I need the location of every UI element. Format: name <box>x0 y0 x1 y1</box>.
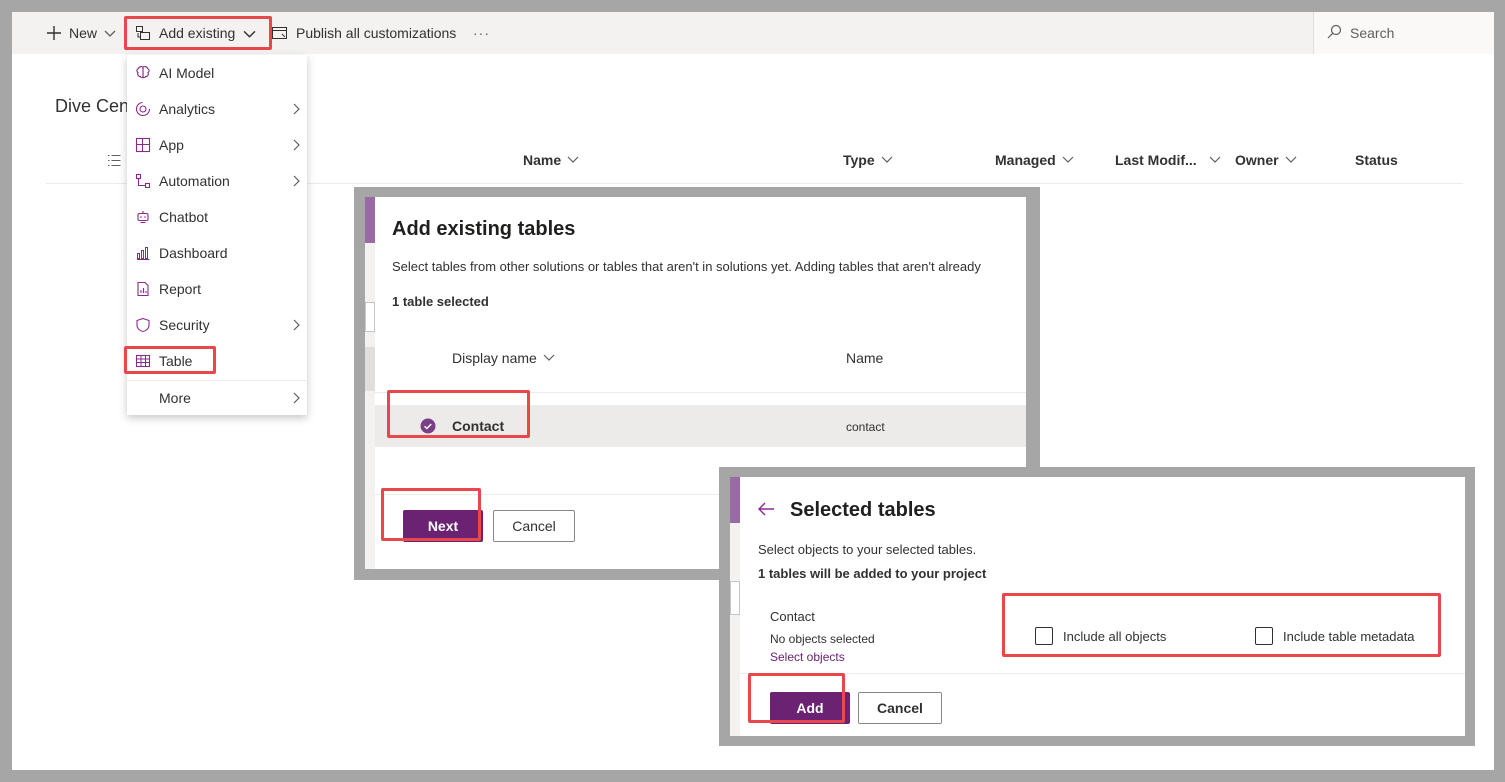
menu-item-security[interactable]: Security <box>127 307 307 343</box>
report-icon <box>127 281 159 297</box>
column-header-name[interactable]: Name <box>523 152 579 168</box>
highlight-add-button <box>748 673 845 723</box>
column-last-modified-label: Last Modif... <box>1115 152 1197 168</box>
column-header-last-modified[interactable]: Last Modif... <box>1115 152 1221 168</box>
column-status-label: Status <box>1355 152 1398 168</box>
search-label: Search <box>1350 25 1395 41</box>
publish-label: Publish all customizations <box>296 25 457 41</box>
column-header-type[interactable]: Type <box>843 152 893 168</box>
chevron-down-icon <box>881 152 893 168</box>
chatbot-icon <box>127 209 159 225</box>
column-header-table-name[interactable]: Name <box>846 350 883 366</box>
more-commands-button[interactable]: ··· <box>473 12 490 54</box>
dialog-description: Select objects to your selected tables. <box>758 542 977 557</box>
highlight-contact-row <box>387 390 530 438</box>
page-title: Dive Cen <box>55 96 130 116</box>
menu-item-label: Report <box>159 281 202 297</box>
chevron-down-icon <box>567 152 579 168</box>
menu-item-chatbot[interactable]: Chatbot <box>127 199 307 235</box>
analytics-icon <box>127 101 159 117</box>
highlight-table <box>124 346 216 374</box>
chevron-right-icon <box>285 392 307 404</box>
list-view-icon[interactable] <box>107 154 121 172</box>
ai-model-icon <box>127 65 159 81</box>
menu-item-label: Chatbot <box>159 209 209 225</box>
chevron-down-icon <box>1209 152 1221 168</box>
dialog-title: Add existing tables <box>392 218 576 240</box>
objects-status: No objects selected <box>770 632 875 646</box>
menu-item-app[interactable]: App <box>127 127 307 163</box>
highlight-next-button <box>381 488 481 541</box>
column-type-label: Type <box>843 152 875 168</box>
dashboard-icon <box>127 245 159 261</box>
menu-item-dashboard[interactable]: Dashboard <box>127 235 307 271</box>
dialog-title: Selected tables <box>790 499 936 521</box>
app-icon <box>127 137 159 153</box>
menu-item-label: Security <box>159 317 210 333</box>
new-label: New <box>69 25 98 41</box>
menu-item-label: Automation <box>159 173 230 189</box>
cancel-button[interactable]: Cancel <box>858 692 942 724</box>
chevron-down-icon <box>1285 152 1297 168</box>
selected-count: 1 table selected <box>392 294 489 309</box>
chevron-down-icon <box>543 350 555 366</box>
publish-all-button[interactable]: Publish all customizations <box>271 12 456 54</box>
chevron-right-icon <box>285 319 307 331</box>
selected-table-name: Contact <box>770 609 815 624</box>
column-managed-label: Managed <box>995 152 1056 168</box>
menu-item-label: More <box>159 390 191 406</box>
highlight-include-options <box>1002 593 1441 657</box>
menu-item-analytics[interactable]: Analytics <box>127 91 307 127</box>
publish-icon <box>271 25 288 41</box>
menu-item-report[interactable]: Report <box>127 271 307 307</box>
menu-item-automation[interactable]: Automation <box>127 163 307 199</box>
menu-item-label: AI Model <box>159 65 215 81</box>
cancel-button[interactable]: Cancel <box>493 510 575 542</box>
search-box[interactable]: Search <box>1313 12 1494 54</box>
shield-icon <box>127 317 159 333</box>
tables-count: 1 tables will be added to your project <box>758 566 987 581</box>
column-header-owner[interactable]: Owner <box>1235 152 1297 168</box>
back-arrow-icon[interactable] <box>757 501 775 522</box>
chevron-right-icon <box>285 139 307 151</box>
menu-item-more[interactable]: More <box>127 380 307 416</box>
select-objects-link[interactable]: Select objects <box>770 650 845 664</box>
chevron-right-icon <box>285 175 307 187</box>
plus-icon <box>46 25 62 41</box>
automation-icon <box>127 173 159 189</box>
new-button[interactable]: New <box>46 12 116 54</box>
search-icon <box>1327 24 1342 42</box>
column-header-managed[interactable]: Managed <box>995 152 1074 168</box>
column-header-status[interactable]: Status <box>1355 152 1398 168</box>
app-window: New Add existing Publish all customizati… <box>12 12 1494 770</box>
menu-item-label: Dashboard <box>159 245 228 261</box>
display-name-label: Display name <box>452 350 537 366</box>
chevron-down-icon <box>104 27 116 39</box>
chevron-down-icon <box>1062 152 1074 168</box>
column-owner-label: Owner <box>1235 152 1279 168</box>
chevron-right-icon <box>285 103 307 115</box>
column-header-display-name[interactable]: Display name <box>452 350 555 366</box>
column-name-label: Name <box>523 152 562 168</box>
row-name: contact <box>846 420 885 434</box>
menu-item-ai-model[interactable]: AI Model <box>127 55 307 91</box>
highlight-add-existing <box>124 16 272 50</box>
menu-item-label: App <box>159 137 184 153</box>
menu-item-label: Analytics <box>159 101 216 117</box>
dialog-description: Select tables from other solutions or ta… <box>392 259 981 274</box>
